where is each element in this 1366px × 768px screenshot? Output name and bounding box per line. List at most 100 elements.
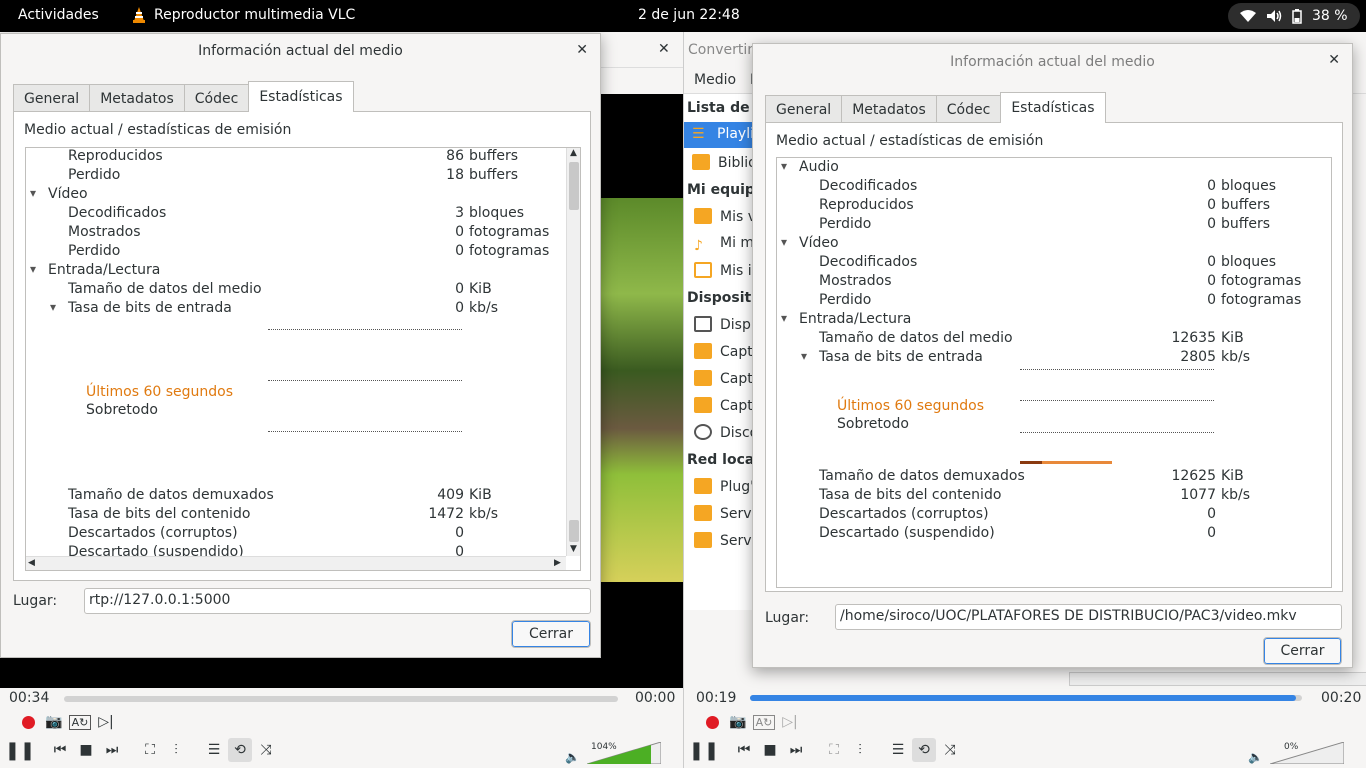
left-close-button[interactable]: Cerrar — [511, 620, 591, 648]
tab-statistics[interactable]: Estadísticas — [1000, 92, 1106, 123]
tab-codec[interactable]: Códec — [935, 95, 1002, 123]
network-icon — [694, 505, 712, 521]
record-icon — [705, 715, 719, 729]
system-tray[interactable]: 38 % — [1228, 3, 1360, 29]
frame-step-button[interactable]: ▷| — [94, 710, 118, 734]
right-extended-settings-button[interactable]: ⫶ — [848, 738, 872, 762]
right-snapshot-button[interactable]: 📷 — [726, 710, 750, 734]
tab-statistics[interactable]: Estadísticas — [248, 81, 354, 112]
loop-button[interactable]: ⟲ — [228, 738, 252, 762]
next-button[interactable]: ⏭ — [100, 738, 124, 762]
left-tree-vscroll[interactable]: ▲ ▼ — [566, 148, 580, 556]
right-time-elapsed: 00:19 — [696, 690, 737, 706]
sidebar-item-device[interactable]: Disp — [694, 316, 751, 333]
left-seek-bar[interactable] — [64, 696, 618, 702]
right-loop-ab-button[interactable]: A↻ — [752, 710, 776, 734]
expander-icon[interactable]: ▾ — [781, 159, 787, 173]
right-pause-button[interactable]: ❚❚ — [689, 738, 719, 762]
extended-settings-button[interactable]: ⫶ — [164, 738, 188, 762]
record-button[interactable] — [16, 710, 40, 734]
left-vlc-close-icon[interactable]: ✕ — [658, 41, 670, 57]
expander-icon[interactable]: ▾ — [781, 311, 787, 325]
left-vscroll-thumb[interactable] — [569, 162, 579, 210]
stats-row[interactable]: ▾ Audio — [777, 159, 1307, 178]
loop-ab-button[interactable]: A↻ — [68, 710, 92, 734]
fullscreen-button[interactable]: ⛶ — [138, 738, 162, 762]
stats-value: 0 — [1207, 506, 1216, 522]
sidebar-item-playlist[interactable]: ☰ Playli — [684, 122, 754, 148]
left-dialog-close-icon[interactable]: ✕ — [576, 42, 588, 58]
snapshot-button[interactable]: 📷 — [42, 710, 66, 734]
stats-label: Descartados (corruptos) — [68, 525, 238, 541]
right-section-title: Medio actual / estadísticas de emisión — [776, 133, 1044, 149]
sidebar-item-my-music[interactable]: ♪ Mi m — [694, 235, 754, 254]
pause-button[interactable]: ❚❚ — [5, 738, 35, 762]
expander-icon[interactable]: ▾ — [30, 186, 36, 200]
stats-row[interactable]: ▾ Entrada/Lectura — [777, 311, 1307, 330]
sidebar-item-my-videos[interactable]: Mis v — [694, 208, 754, 225]
tab-metadata[interactable]: Metadatos — [89, 84, 185, 112]
left-tree-hscroll[interactable]: ◀ ▶ — [26, 556, 566, 570]
right-loop-button[interactable]: ⟲ — [912, 738, 936, 762]
right-dialog-close-icon[interactable]: ✕ — [1328, 52, 1340, 68]
tab-general[interactable]: General — [13, 84, 91, 112]
right-record-button[interactable] — [700, 710, 724, 734]
sidebar-item-library[interactable]: Biblio — [692, 154, 754, 171]
sidebar-item-service-2[interactable]: Servi — [694, 532, 754, 549]
right-prev-button[interactable]: ⏮ — [732, 738, 756, 762]
sidebar-item-my-images[interactable]: Mis i — [694, 262, 752, 279]
expander-icon[interactable]: ▾ — [30, 262, 36, 276]
right-stop-button[interactable]: ■ — [758, 738, 782, 762]
left-vscroll-thumb-bottom[interactable] — [569, 520, 579, 542]
right-next-button[interactable]: ⏭ — [784, 738, 808, 762]
sidebar-my-music-label: Mi m — [720, 235, 754, 251]
scroll-down-icon[interactable]: ▼ — [570, 544, 577, 554]
left-speaker-icon[interactable]: 🔈 — [565, 750, 580, 764]
stats-value: 0 — [1207, 216, 1216, 232]
tab-general[interactable]: General — [765, 95, 843, 123]
sidebar-plug-label: Plug' — [720, 479, 754, 495]
sidebar-item-service-1[interactable]: Servi — [694, 505, 754, 522]
stats-value: 409 — [437, 487, 464, 503]
expander-icon[interactable]: ▾ — [781, 235, 787, 249]
expander-icon[interactable]: ▾ — [801, 349, 807, 363]
sidebar-item-plug[interactable]: Plug' — [694, 478, 754, 495]
right-seek-fill — [750, 695, 1297, 701]
sidebar-item-disc[interactable]: Disco — [694, 424, 754, 441]
right-location-field[interactable]: /home/siroco/UOC/PLATAFORES DE DISTRIBUC… — [835, 604, 1342, 630]
stats-row[interactable]: ▾ Vídeo — [777, 235, 1307, 254]
scroll-left-icon[interactable]: ◀ — [28, 558, 35, 568]
right-seek-bar[interactable] — [750, 695, 1302, 701]
right-speaker-icon[interactable]: 🔈 — [1248, 750, 1263, 764]
right-volume-slider[interactable]: 0% — [1269, 741, 1345, 765]
expander-icon[interactable]: ▾ — [50, 300, 56, 314]
stats-row[interactable]: ▾ Entrada/Lectura — [26, 262, 556, 281]
activities-button[interactable]: Actividades — [18, 7, 99, 23]
right-close-button[interactable]: Cerrar — [1263, 637, 1342, 665]
app-menu[interactable]: Reproductor multimedia VLC — [132, 7, 355, 23]
menu-medio[interactable]: Medio — [694, 72, 736, 88]
tab-metadata[interactable]: Metadatos — [841, 95, 937, 123]
left-section-title: Medio actual / estadísticas de emisión — [24, 122, 292, 138]
sidebar-item-capture-3[interactable]: Capt — [694, 397, 753, 414]
stats-row[interactable]: ▾ Vídeo — [26, 186, 556, 205]
sidebar-item-capture-1[interactable]: Capt — [694, 343, 753, 360]
shuffle-button[interactable]: ⤨ — [254, 738, 278, 762]
right-bottom-scrollbar[interactable] — [1069, 672, 1366, 686]
stop-button[interactable]: ■ — [74, 738, 98, 762]
scroll-right-icon[interactable]: ▶ — [554, 558, 561, 568]
tab-codec[interactable]: Códec — [183, 84, 250, 112]
right-playlist-button[interactable]: ☰ — [886, 738, 910, 762]
right-shuffle-button[interactable]: ⤨ — [938, 738, 962, 762]
left-location-field[interactable]: rtp://127.0.0.1:5000 — [84, 588, 591, 614]
prev-button[interactable]: ⏮ — [48, 738, 72, 762]
stats-unit: fotogramas — [1221, 273, 1302, 289]
sidebar-item-capture-2[interactable]: Capt — [694, 370, 753, 387]
scroll-up-icon[interactable]: ▲ — [570, 148, 577, 158]
left-volume-slider[interactable]: 104% — [586, 741, 662, 765]
right-frame-step-button[interactable]: ▷| — [778, 710, 802, 734]
right-fullscreen-button[interactable]: ⛶ — [822, 738, 846, 762]
left-graph-bottom-line — [268, 431, 462, 432]
clock[interactable]: 2 de jun 22:48 — [638, 7, 740, 23]
playlist-button[interactable]: ☰ — [202, 738, 226, 762]
